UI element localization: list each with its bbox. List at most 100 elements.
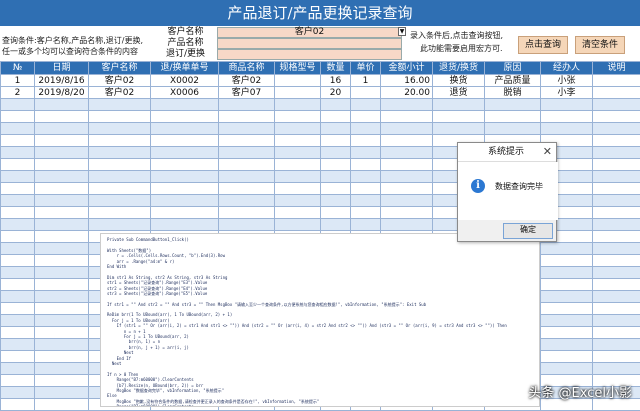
table-cell[interactable]: 产品质量 (485, 75, 541, 87)
empty-cell[interactable] (1, 375, 35, 387)
empty-cell[interactable] (593, 135, 640, 147)
empty-cell[interactable] (1, 111, 35, 123)
empty-cell[interactable] (593, 243, 640, 255)
empty-cell[interactable] (541, 315, 593, 327)
col-header[interactable]: 原因 (485, 62, 541, 75)
empty-cell[interactable] (35, 99, 89, 111)
empty-cell[interactable] (219, 183, 275, 195)
empty-cell[interactable] (35, 183, 89, 195)
table-cell[interactable]: 1 (1, 75, 35, 87)
empty-cell[interactable] (351, 207, 381, 219)
empty-cell[interactable] (151, 99, 219, 111)
empty-cell[interactable] (321, 183, 351, 195)
customer-name-field[interactable]: 客户02 (217, 27, 402, 38)
empty-cell[interactable] (541, 255, 593, 267)
empty-cell[interactable] (1, 195, 35, 207)
table-cell[interactable]: X0006 (151, 87, 219, 99)
empty-cell[interactable] (381, 159, 433, 171)
return-exchange-field[interactable] (217, 49, 402, 60)
empty-cell[interactable] (1, 207, 35, 219)
empty-cell[interactable] (219, 207, 275, 219)
empty-cell[interactable] (351, 135, 381, 147)
clear-button[interactable]: 清空条件 (575, 36, 625, 54)
empty-cell[interactable] (381, 207, 433, 219)
empty-cell[interactable] (1, 279, 35, 291)
empty-cell[interactable] (593, 183, 640, 195)
empty-cell[interactable] (151, 183, 219, 195)
empty-cell[interactable] (433, 99, 485, 111)
empty-cell[interactable] (151, 111, 219, 123)
empty-cell[interactable] (151, 123, 219, 135)
dropdown-arrow-icon[interactable]: ▼ (398, 27, 406, 36)
empty-cell[interactable] (433, 111, 485, 123)
empty-cell[interactable] (35, 363, 89, 375)
col-header[interactable]: 说明 (593, 62, 640, 75)
empty-cell[interactable] (1, 219, 35, 231)
empty-cell[interactable] (219, 147, 275, 159)
empty-cell[interactable] (381, 111, 433, 123)
empty-cell[interactable] (593, 231, 640, 243)
empty-cell[interactable] (485, 99, 541, 111)
empty-cell[interactable] (35, 171, 89, 183)
empty-cell[interactable] (1, 243, 35, 255)
empty-cell[interactable] (35, 231, 89, 243)
empty-cell[interactable] (1, 147, 35, 159)
col-header[interactable]: 退/换单单号 (151, 62, 219, 75)
empty-cell[interactable] (593, 291, 640, 303)
empty-cell[interactable] (593, 255, 640, 267)
empty-cell[interactable] (381, 147, 433, 159)
table-cell[interactable]: 客户02 (219, 75, 275, 87)
empty-cell[interactable] (381, 219, 433, 231)
empty-cell[interactable] (151, 147, 219, 159)
empty-cell[interactable] (1, 171, 35, 183)
empty-cell[interactable] (1, 159, 35, 171)
table-cell[interactable]: 脱销 (485, 87, 541, 99)
empty-cell[interactable] (35, 279, 89, 291)
empty-cell[interactable] (89, 183, 151, 195)
table-cell[interactable]: 20.00 (381, 87, 433, 99)
col-header[interactable]: 日期 (35, 62, 89, 75)
ok-button[interactable]: 确定 (503, 223, 553, 239)
empty-cell[interactable] (321, 123, 351, 135)
empty-cell[interactable] (35, 135, 89, 147)
empty-cell[interactable] (35, 219, 89, 231)
empty-cell[interactable] (351, 123, 381, 135)
empty-cell[interactable] (219, 219, 275, 231)
table-cell[interactable] (275, 75, 321, 87)
empty-cell[interactable] (321, 111, 351, 123)
empty-cell[interactable] (89, 111, 151, 123)
table-cell[interactable]: 16 (321, 75, 351, 87)
table-cell[interactable] (593, 87, 640, 99)
table-cell[interactable]: 换货 (433, 75, 485, 87)
empty-cell[interactable] (593, 171, 640, 183)
empty-cell[interactable] (89, 99, 151, 111)
empty-cell[interactable] (275, 135, 321, 147)
table-cell[interactable]: 20 (321, 87, 351, 99)
empty-cell[interactable] (275, 111, 321, 123)
empty-cell[interactable] (1, 291, 35, 303)
table-cell[interactable] (351, 87, 381, 99)
empty-cell[interactable] (275, 183, 321, 195)
table-cell[interactable]: 小张 (541, 75, 593, 87)
empty-cell[interactable] (593, 207, 640, 219)
empty-cell[interactable] (89, 123, 151, 135)
empty-cell[interactable] (1, 255, 35, 267)
empty-cell[interactable] (381, 123, 433, 135)
empty-cell[interactable] (35, 243, 89, 255)
col-header[interactable]: 客户名称 (89, 62, 151, 75)
empty-cell[interactable] (219, 171, 275, 183)
empty-cell[interactable] (541, 279, 593, 291)
empty-cell[interactable] (1, 351, 35, 363)
empty-cell[interactable] (35, 267, 89, 279)
col-header[interactable]: 商品名称 (219, 62, 275, 75)
empty-cell[interactable] (35, 315, 89, 327)
table-cell[interactable]: 客户02 (89, 87, 151, 99)
empty-cell[interactable] (1, 99, 35, 111)
empty-cell[interactable] (351, 99, 381, 111)
product-name-field[interactable] (217, 38, 402, 49)
empty-cell[interactable] (35, 207, 89, 219)
empty-cell[interactable] (351, 111, 381, 123)
empty-cell[interactable] (1, 135, 35, 147)
empty-cell[interactable] (593, 267, 640, 279)
empty-cell[interactable] (89, 159, 151, 171)
